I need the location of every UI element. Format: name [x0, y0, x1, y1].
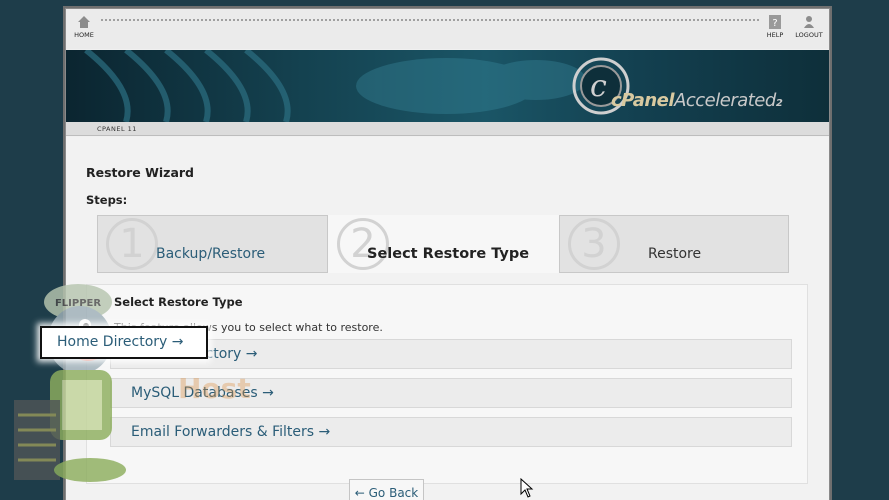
step-number: 1: [106, 218, 158, 270]
steps-label: Steps:: [86, 193, 128, 207]
step-label: Restore: [648, 246, 702, 262]
step-restore: 3 Restore: [559, 215, 789, 273]
page-title: Restore Wizard: [86, 165, 194, 180]
go-back-button[interactable]: ← Go Back: [349, 479, 424, 500]
step-select-restore-type: 2 Select Restore Type: [328, 215, 559, 273]
help-label: HELP: [766, 31, 784, 39]
step-number: 3: [568, 218, 620, 270]
mouse-cursor-icon: [520, 478, 534, 498]
cpanel-logo-text: cPanelAccelerated2: [611, 90, 783, 111]
step-backup-restore[interactable]: 1 Backup/Restore: [97, 215, 328, 273]
breadcrumb-label: CPANEL 11: [97, 125, 137, 133]
nav-divider: [100, 18, 760, 23]
logout-button[interactable]: LOGOUT: [792, 15, 826, 39]
breadcrumb: CPANEL 11: [66, 122, 829, 136]
step-label: Backup/Restore: [156, 246, 266, 262]
logout-icon: [804, 16, 814, 28]
home-directory-option[interactable]: Home Directory →: [110, 339, 792, 369]
top-nav: HOME ? HELP LOGOUT: [66, 9, 829, 49]
watermark-text: Host: [178, 372, 251, 405]
email-forwarders-filters-option[interactable]: Email Forwarders & Filters →: [110, 417, 792, 447]
logout-label: LOGOUT: [795, 31, 823, 39]
mascot-watermark-icon: FLIPPER: [14, 284, 126, 482]
home-label: HOME: [74, 31, 94, 39]
home-directory-highlight[interactable]: Home Directory →: [40, 326, 208, 359]
step-label: Select Restore Type: [367, 246, 530, 262]
main-content: Restore Wizard Steps: 1 Backup/Restore 2…: [66, 137, 829, 500]
help-button[interactable]: ? HELP: [760, 15, 790, 39]
svg-text:c: c: [590, 69, 607, 104]
step-number: 2: [337, 218, 389, 270]
svg-text:?: ?: [772, 18, 777, 29]
cpanel-page: HOME ? HELP LOGOUT c cPanelAccelerated2 …: [66, 9, 829, 500]
cpanel-banner: c cPanelAccelerated2: [66, 50, 829, 122]
home-button[interactable]: HOME: [70, 15, 98, 39]
home-icon: [78, 16, 90, 28]
help-icon: ?: [769, 15, 781, 29]
